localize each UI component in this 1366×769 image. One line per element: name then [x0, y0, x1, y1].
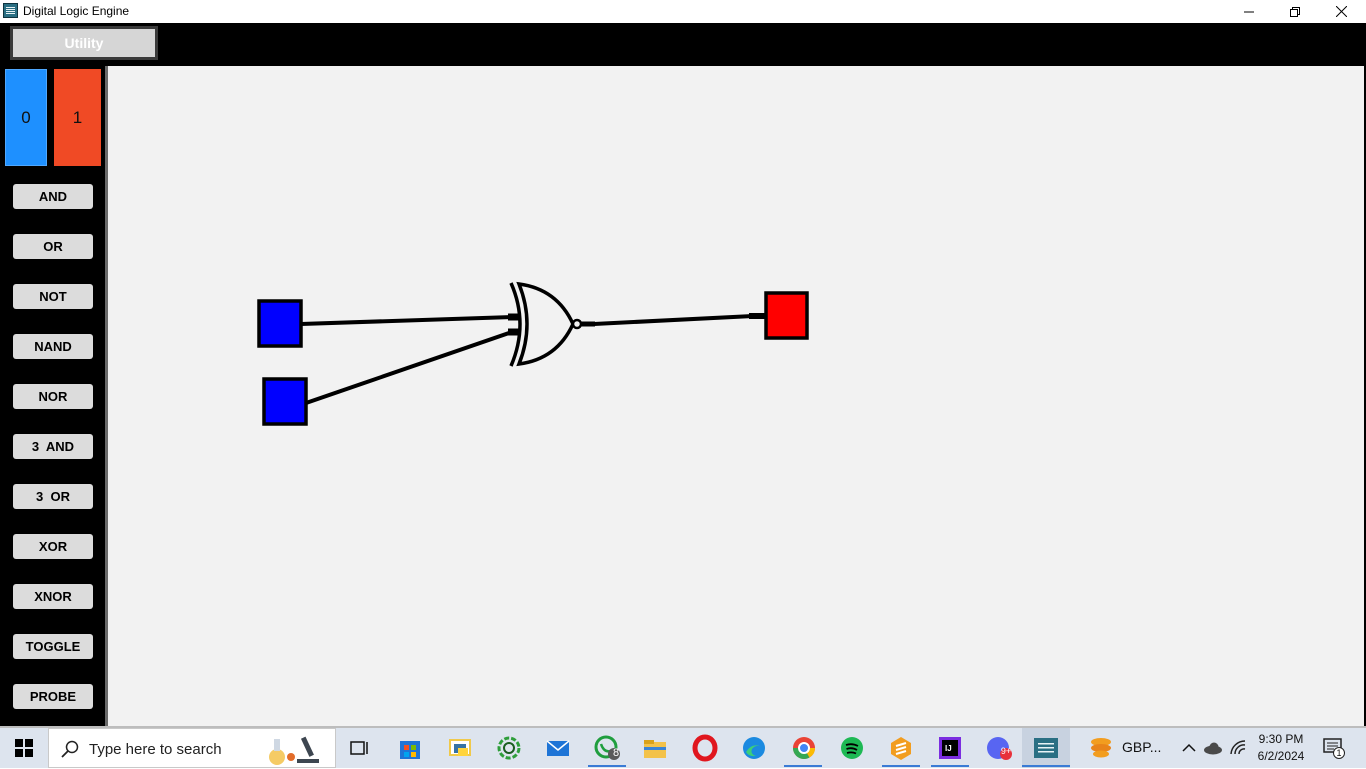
probe-button[interactable]: PROBE — [13, 684, 93, 709]
low-signal-button[interactable]: 0 — [5, 69, 47, 166]
component-sidebar: 0 1 AND OR NOT NAND NOR 3 AND 3 OR XOR X… — [0, 66, 108, 726]
notification-count: 1 — [1336, 748, 1342, 758]
3-or-gate-button[interactable]: 3 OR — [13, 484, 93, 509]
nor-gate-button[interactable]: NOR — [13, 384, 93, 409]
search-placeholder: Type here to search — [89, 741, 222, 758]
chat-badge: 9+ — [1000, 746, 1012, 756]
close-button[interactable] — [1318, 0, 1364, 23]
svg-text:IJ: IJ — [945, 744, 952, 753]
python-icon[interactable] — [446, 734, 474, 762]
window-title: Digital Logic Engine — [23, 4, 130, 18]
wifi-icon[interactable] — [1229, 740, 1247, 756]
app-toolbar: Utility — [0, 23, 1366, 66]
chrome-icon[interactable] — [790, 734, 818, 762]
spotify-icon[interactable] — [838, 734, 866, 762]
windows-taskbar: Type here to search 8 IJ 9+ GBP... 9:30 … — [0, 728, 1366, 768]
active-app-indicator — [1022, 765, 1070, 767]
not-gate-button[interactable]: NOT — [13, 284, 93, 309]
active-app-indicator — [882, 765, 920, 767]
xnor-gate[interactable] — [509, 281, 595, 367]
input-switch-b[interactable] — [262, 377, 308, 426]
labs-icon — [269, 736, 319, 765]
wire[interactable] — [305, 330, 513, 405]
output-probe[interactable] — [764, 291, 809, 340]
window-titlebar: Digital Logic Engine — [0, 0, 1366, 23]
minimize-icon — [1244, 11, 1254, 12]
clock-date: 6/2/2024 — [1257, 749, 1305, 763]
xnor-gate-button[interactable]: XNOR — [13, 584, 93, 609]
file-explorer-icon[interactable] — [641, 734, 669, 762]
task-view-icon[interactable] — [346, 734, 374, 762]
utility-button[interactable]: Utility — [10, 26, 158, 60]
wire[interactable] — [593, 314, 754, 326]
windows-logo-icon — [15, 739, 33, 757]
search-icon — [61, 740, 79, 758]
circuit-drawing — [257, 281, 809, 426]
opera-icon[interactable] — [691, 734, 719, 762]
restore-icon — [1290, 6, 1300, 17]
tray-overflow-chevron-icon[interactable] — [1182, 741, 1196, 755]
mail-icon[interactable] — [544, 734, 572, 762]
active-app-indicator — [784, 765, 822, 767]
active-app-indicator — [588, 765, 626, 767]
clock-time: 9:30 PM — [1258, 732, 1304, 746]
tray-currency-text: GBP... — [1122, 739, 1162, 755]
xor-gate-button[interactable]: XOR — [13, 534, 93, 559]
digital-logic-icon[interactable] — [1032, 734, 1060, 762]
input-switch-a[interactable] — [257, 299, 303, 348]
active-app-indicator — [931, 765, 969, 767]
sublime-icon[interactable] — [887, 734, 915, 762]
or-gate-button[interactable]: OR — [13, 234, 93, 259]
sync-icon[interactable] — [495, 734, 523, 762]
store-icon[interactable] — [396, 734, 424, 762]
high-signal-button[interactable]: 1 — [54, 69, 101, 166]
start-button[interactable] — [0, 728, 48, 768]
app-logo-icon — [3, 3, 18, 18]
onedrive-cloud-icon[interactable] — [1203, 741, 1223, 755]
restore-button[interactable] — [1272, 0, 1318, 23]
edge-icon[interactable] — [740, 734, 768, 762]
whatsapp-badge: 8 — [612, 747, 620, 759]
close-icon — [1335, 6, 1347, 17]
gate-inversion-bubble — [571, 318, 583, 330]
toggle-button[interactable]: TOGGLE — [13, 634, 93, 659]
crypto-icon[interactable] — [1087, 734, 1115, 762]
wire[interactable] — [300, 315, 513, 326]
system-clock[interactable]: 9:30 PM 6/2/2024 — [1252, 731, 1310, 765]
3-and-gate-button[interactable]: 3 AND — [13, 434, 93, 459]
minimize-button[interactable] — [1226, 0, 1272, 23]
intellij-icon[interactable]: IJ — [936, 734, 964, 762]
circuit-canvas[interactable] — [108, 66, 1364, 726]
and-gate-button[interactable]: AND — [13, 184, 93, 209]
taskbar-search-box[interactable]: Type here to search — [48, 728, 336, 768]
nand-gate-button[interactable]: NAND — [13, 334, 93, 359]
